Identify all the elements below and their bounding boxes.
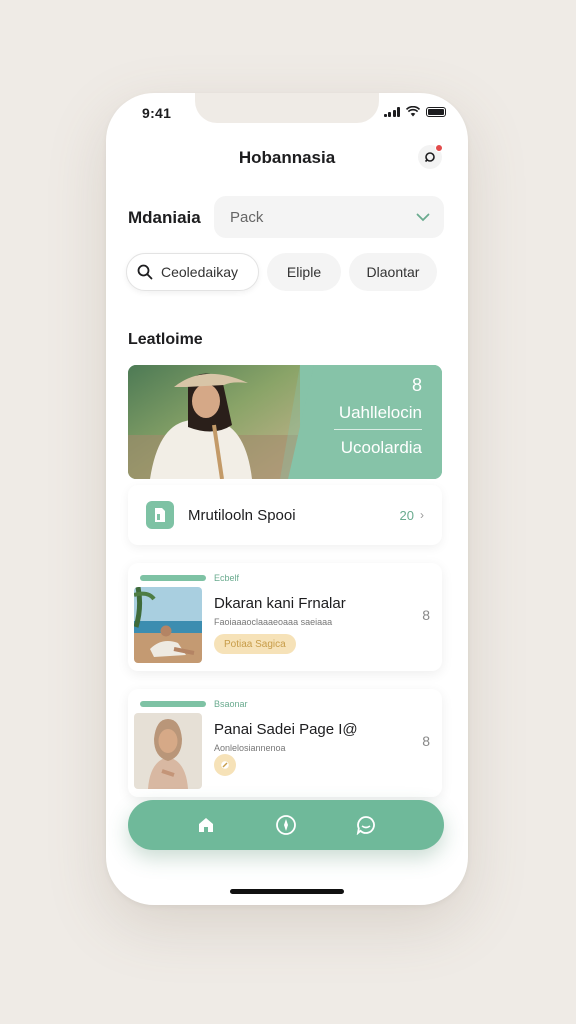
item-subtitle: Aonlelosiannenoa (214, 743, 286, 753)
wifi-icon (406, 106, 420, 117)
featured-divider (334, 429, 422, 430)
featured-card[interactable]: 8 Uahllelocin Ucoolardia (128, 365, 442, 479)
page-title: Hobannasia (238, 148, 336, 167)
featured-line1: Uahllelocin (338, 403, 422, 422)
battery-icon (426, 106, 446, 117)
item-subtitle: Faoiaaaoclaaaeoaaa saeiaaa (214, 617, 333, 627)
nav-messages[interactable] (354, 813, 378, 837)
item-title: Dkaran kani Frnalar (214, 595, 346, 612)
item-tag: Bsaonar (140, 699, 248, 709)
category-row-count: 20 (399, 507, 414, 523)
item-tag-label: Ecbelf (214, 573, 240, 583)
chip-dlaontar[interactable]: Dlaontar (349, 253, 437, 291)
pack-select[interactable]: Pack (214, 196, 444, 238)
bottom-nav (128, 800, 444, 850)
home-icon (199, 818, 213, 832)
status-icons (383, 106, 446, 117)
featured-number: 8 (411, 375, 422, 395)
item-thumbnail (134, 713, 202, 789)
document-icon (146, 501, 174, 529)
item-tag: Ecbelf (140, 573, 239, 583)
select-label: Mdaniaia (128, 208, 201, 227)
section-title: Leatloime (128, 331, 203, 348)
bell-icon (424, 152, 435, 163)
phone-screen: 9:41 Hobannasia Mdaniaia Pack Ceoledaika… (106, 93, 468, 905)
select-value: Pack (230, 208, 264, 226)
compass-icon (276, 815, 296, 835)
edit-icon (221, 761, 229, 769)
nav-home[interactable] (194, 813, 218, 837)
search-chip[interactable]: Ceoledaikay (126, 253, 259, 291)
chip-eliple[interactable]: Eliple (267, 253, 341, 291)
list-item[interactable]: Ecbelf Dkaran kani Frnalar Faoiaaaoclaaa… (128, 563, 442, 671)
item-tag-bar (140, 701, 206, 707)
home-indicator (230, 889, 344, 894)
status-time: 9:41 (142, 105, 172, 121)
signal-icon (383, 106, 400, 117)
edit-badge[interactable] (214, 754, 236, 776)
filter-chips: Ceoledaikay Eliple Dlaontar (126, 253, 437, 291)
more-icon[interactable]: 8 (422, 733, 430, 749)
item-badge: Potiaa Sagica (214, 634, 296, 654)
notification-button[interactable] (418, 144, 443, 169)
featured-line2: Ucoolardia (340, 438, 422, 457)
search-chip-label: Ceoledaikay (161, 264, 239, 280)
more-icon[interactable]: 8 (422, 607, 430, 623)
chevron-down-icon (416, 213, 430, 221)
list-item[interactable]: Bsaonar Panai Sadei Page I@ Aonlelosiann… (128, 689, 442, 797)
category-row-label: Mrutilooln Spooi (188, 506, 296, 524)
category-row[interactable]: Mrutilooln Spooi 20 › (128, 485, 442, 545)
item-title: Panai Sadei Page I@ (214, 721, 358, 738)
nav-explore[interactable] (274, 813, 298, 837)
item-tag-bar (140, 575, 206, 581)
item-tag-label: Bsaonar (214, 699, 248, 709)
chat-icon (356, 816, 375, 835)
chevron-right-icon: › (420, 508, 424, 522)
notification-badge (435, 144, 443, 152)
item-thumbnail (134, 587, 202, 663)
search-icon (137, 264, 153, 280)
notch (195, 93, 379, 123)
